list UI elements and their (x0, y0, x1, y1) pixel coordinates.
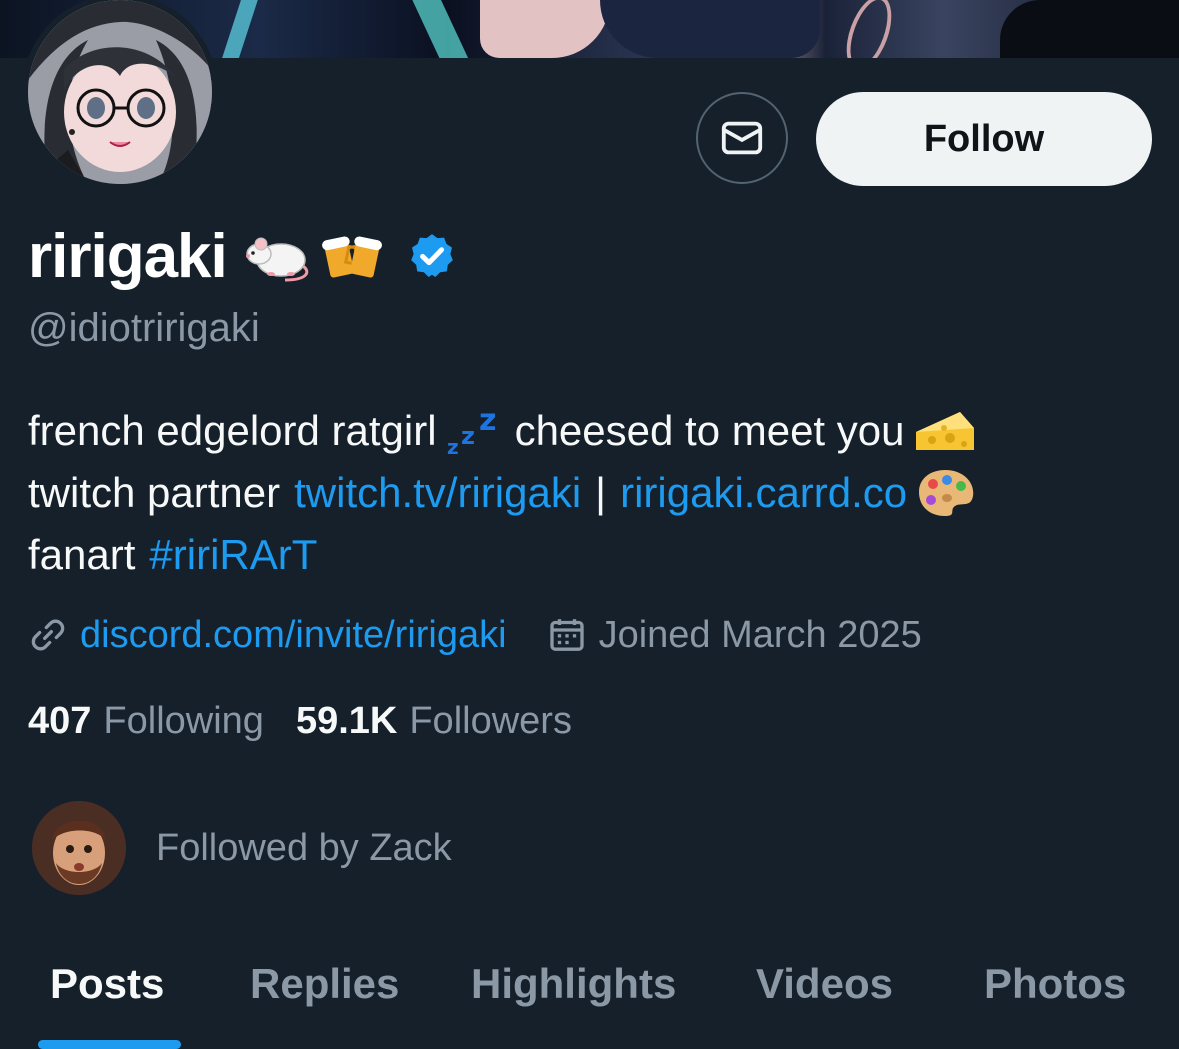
tab-photos[interactable]: Photos (984, 960, 1126, 1008)
followed-by-row[interactable]: Followed by Zack (32, 800, 452, 896)
link-icon (31, 619, 65, 651)
svg-text:z: z (447, 435, 459, 456)
bio-line-2: twitch partner twitch.tv/ririgaki | riri… (28, 462, 1158, 524)
website-item: discord.com/invite/ririgaki (28, 614, 507, 657)
followed-by-text: Followed by Zack (156, 826, 452, 869)
avatar-illustration (28, 0, 212, 184)
verified-badge-icon[interactable] (407, 231, 457, 281)
profile-meta: discord.com/invite/ririgaki Joined March… (28, 608, 962, 662)
svg-text:z: z (479, 406, 496, 438)
followers-stat[interactable]: 59.1K Followers (296, 700, 572, 743)
joined-item: Joined March 2025 (547, 614, 922, 657)
bio-link-twitch[interactable]: twitch.tv/ririgaki (294, 462, 581, 524)
bio-line-3: fanart #ririRArT (28, 524, 1158, 586)
tab-posts[interactable]: Posts (50, 960, 164, 1008)
rat-emoji (245, 237, 308, 282)
following-stat[interactable]: 407 Following (28, 700, 264, 743)
svg-text:z: z (461, 422, 475, 450)
profile-bio: french edgelord ratgirl z z z cheesed to… (28, 400, 1158, 586)
zzz-emoji: z z z (447, 406, 496, 456)
following-count: 407 (28, 699, 92, 742)
tab-highlights[interactable]: Highlights (471, 960, 676, 1008)
website-link[interactable]: discord.com/invite/ririgaki (80, 614, 507, 657)
followers-count: 59.1K (295, 699, 398, 742)
message-button[interactable] (696, 92, 788, 184)
profile-avatar[interactable] (22, 0, 218, 190)
banner-art (216, 0, 260, 58)
follow-button[interactable]: Follow (816, 92, 1152, 186)
cheese-emoji (916, 412, 975, 450)
name-row: ririgaki (28, 220, 457, 292)
display-name: ririgaki (28, 221, 228, 291)
calendar-icon (549, 619, 584, 651)
joined-date: Joined March 2025 (598, 613, 922, 656)
envelope-icon (721, 121, 763, 155)
user-handle: @idiotririgaki (28, 306, 260, 350)
tab-videos[interactable]: Videos (756, 960, 893, 1008)
follow-stats: 407 Following 59.1K Followers (28, 694, 604, 748)
active-tab-indicator (38, 1040, 181, 1049)
tab-replies[interactable]: Replies (250, 960, 399, 1008)
follower-avatar (32, 801, 126, 895)
bio-link-carrd[interactable]: ririgaki.carrd.co (620, 462, 907, 524)
following-label: Following (103, 699, 264, 742)
beer-mugs-emoji (321, 236, 382, 278)
followers-label: Followers (409, 699, 572, 742)
palette-emoji (919, 470, 974, 516)
profile-tabs: Posts Replies Highlights Videos Photos (0, 940, 1179, 1049)
bio-line-1: french edgelord ratgirl z z z cheesed to… (28, 400, 1158, 462)
bio-hashtag[interactable]: #ririRArT (149, 524, 317, 586)
